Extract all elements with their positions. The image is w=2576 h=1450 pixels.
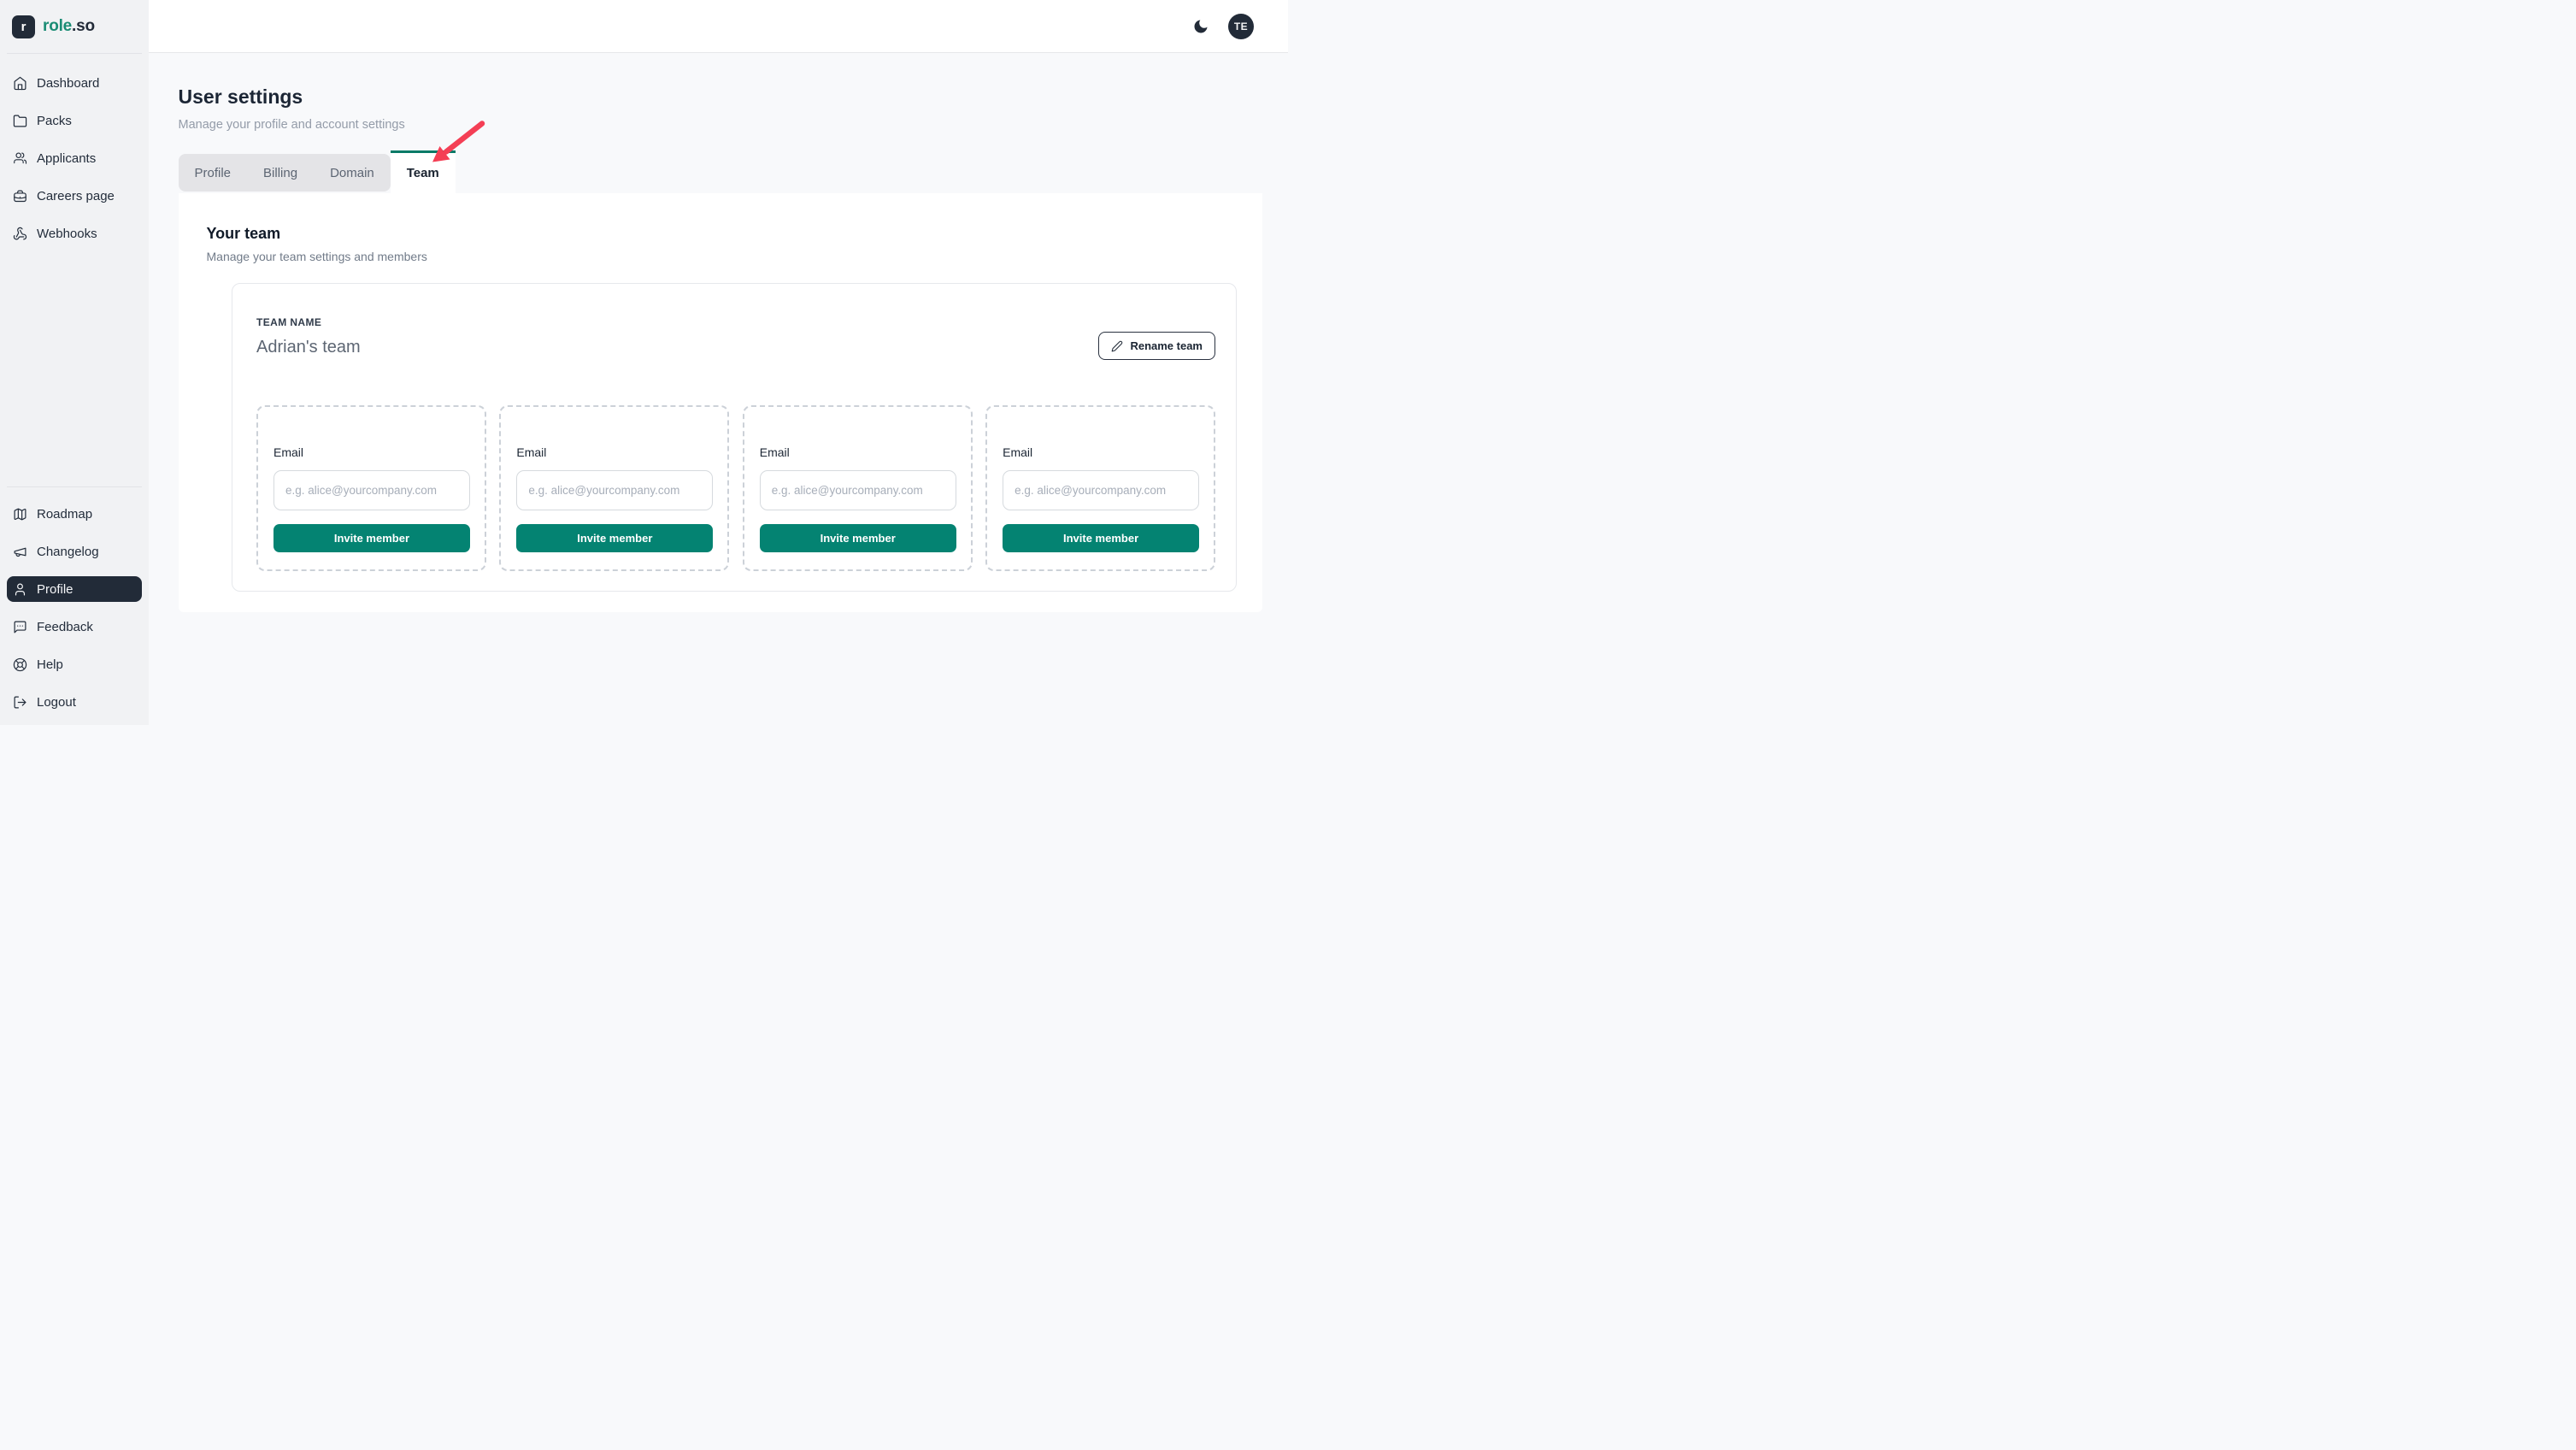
brand-logo-icon: r <box>12 15 35 38</box>
main-content: User settings Manage your profile and ac… <box>149 54 1288 725</box>
top-bar: TE <box>149 0 1288 53</box>
email-label: Email <box>516 445 713 459</box>
theme-toggle-button[interactable] <box>1192 18 1209 35</box>
brand-logo[interactable]: r role.so <box>0 0 149 53</box>
email-label: Email <box>1003 445 1199 459</box>
sidebar-item-logout[interactable]: Logout <box>7 689 142 715</box>
page-subtitle: Manage your profile and account settings <box>179 117 1289 133</box>
team-card: TEAM NAME Adrian's team Rename team Emai… <box>232 283 1237 592</box>
sidebar-item-roadmap[interactable]: Roadmap <box>7 501 142 527</box>
briefcase-icon <box>13 189 27 203</box>
lifebuoy-icon <box>13 657 27 672</box>
invite-member-card: Email Invite member <box>256 405 486 571</box>
invite-member-card: Email Invite member <box>985 405 1215 571</box>
sidebar-item-changelog[interactable]: Changelog <box>7 539 142 564</box>
megaphone-icon <box>13 545 27 559</box>
sidebar-item-profile[interactable]: Profile <box>7 576 142 602</box>
message-icon <box>13 620 27 634</box>
team-name: Adrian's team <box>256 338 1215 357</box>
section-title: Your team <box>207 224 1262 243</box>
brand-name: role.so <box>43 17 95 36</box>
user-icon <box>13 582 27 597</box>
invite-member-card: Email Invite member <box>743 405 973 571</box>
home-icon <box>13 76 27 91</box>
tab-group: ProfileBillingDomain <box>179 154 391 192</box>
tab-content-panel: Your team Manage your team settings and … <box>179 193 1262 612</box>
invite-member-button[interactable]: Invite member <box>273 524 470 552</box>
tab-domain[interactable]: Domain <box>314 154 391 192</box>
users-icon <box>13 151 27 166</box>
invite-member-card: Email Invite member <box>499 405 729 571</box>
page-title: User settings <box>179 85 1289 109</box>
sidebar-item-applicants[interactable]: Applicants <box>7 145 142 171</box>
invite-member-button[interactable]: Invite member <box>760 524 956 552</box>
sidebar-divider-bottom <box>7 486 142 487</box>
tab-team[interactable]: Team <box>391 150 456 193</box>
email-input[interactable] <box>1003 470 1199 510</box>
email-input[interactable] <box>516 470 713 510</box>
webhook-icon <box>13 227 27 241</box>
sidebar-nav-main: Dashboard Packs Applicants Careers page Webh… <box>0 54 149 246</box>
sidebar-item-webhooks[interactable]: Webhooks <box>7 221 142 246</box>
logout-icon <box>13 695 27 710</box>
folder-icon <box>13 114 27 128</box>
sidebar-item-careers-page[interactable]: Careers page <box>7 183 142 209</box>
pencil-icon <box>1111 340 1123 352</box>
sidebar-item-dashboard[interactable]: Dashboard <box>7 70 142 96</box>
section-subtitle: Manage your team settings and members <box>207 250 1262 264</box>
sidebar-item-help[interactable]: Help <box>7 651 142 677</box>
invite-row: Email Invite member Email Invite member … <box>256 405 1215 571</box>
invite-member-button[interactable]: Invite member <box>516 524 713 552</box>
sidebar: r role.so Dashboard Packs Applicants Career… <box>0 0 149 725</box>
email-label: Email <box>273 445 470 459</box>
tab-profile[interactable]: Profile <box>179 154 248 192</box>
team-name-label: TEAM NAME <box>256 316 1215 328</box>
sidebar-nav-footer: Roadmap Changelog Profile Feedback Help Logou… <box>0 474 149 725</box>
map-icon <box>13 507 27 522</box>
sidebar-item-feedback[interactable]: Feedback <box>7 614 142 640</box>
sidebar-item-packs[interactable]: Packs <box>7 108 142 133</box>
invite-member-button[interactable]: Invite member <box>1003 524 1199 552</box>
moon-icon <box>1192 18 1209 35</box>
avatar[interactable]: TE <box>1228 14 1254 39</box>
email-label: Email <box>760 445 956 459</box>
settings-tabs: ProfileBillingDomain Team <box>179 150 1289 193</box>
tab-billing[interactable]: Billing <box>247 154 314 192</box>
rename-team-button[interactable]: Rename team <box>1098 332 1215 360</box>
email-input[interactable] <box>760 470 956 510</box>
email-input[interactable] <box>273 470 470 510</box>
